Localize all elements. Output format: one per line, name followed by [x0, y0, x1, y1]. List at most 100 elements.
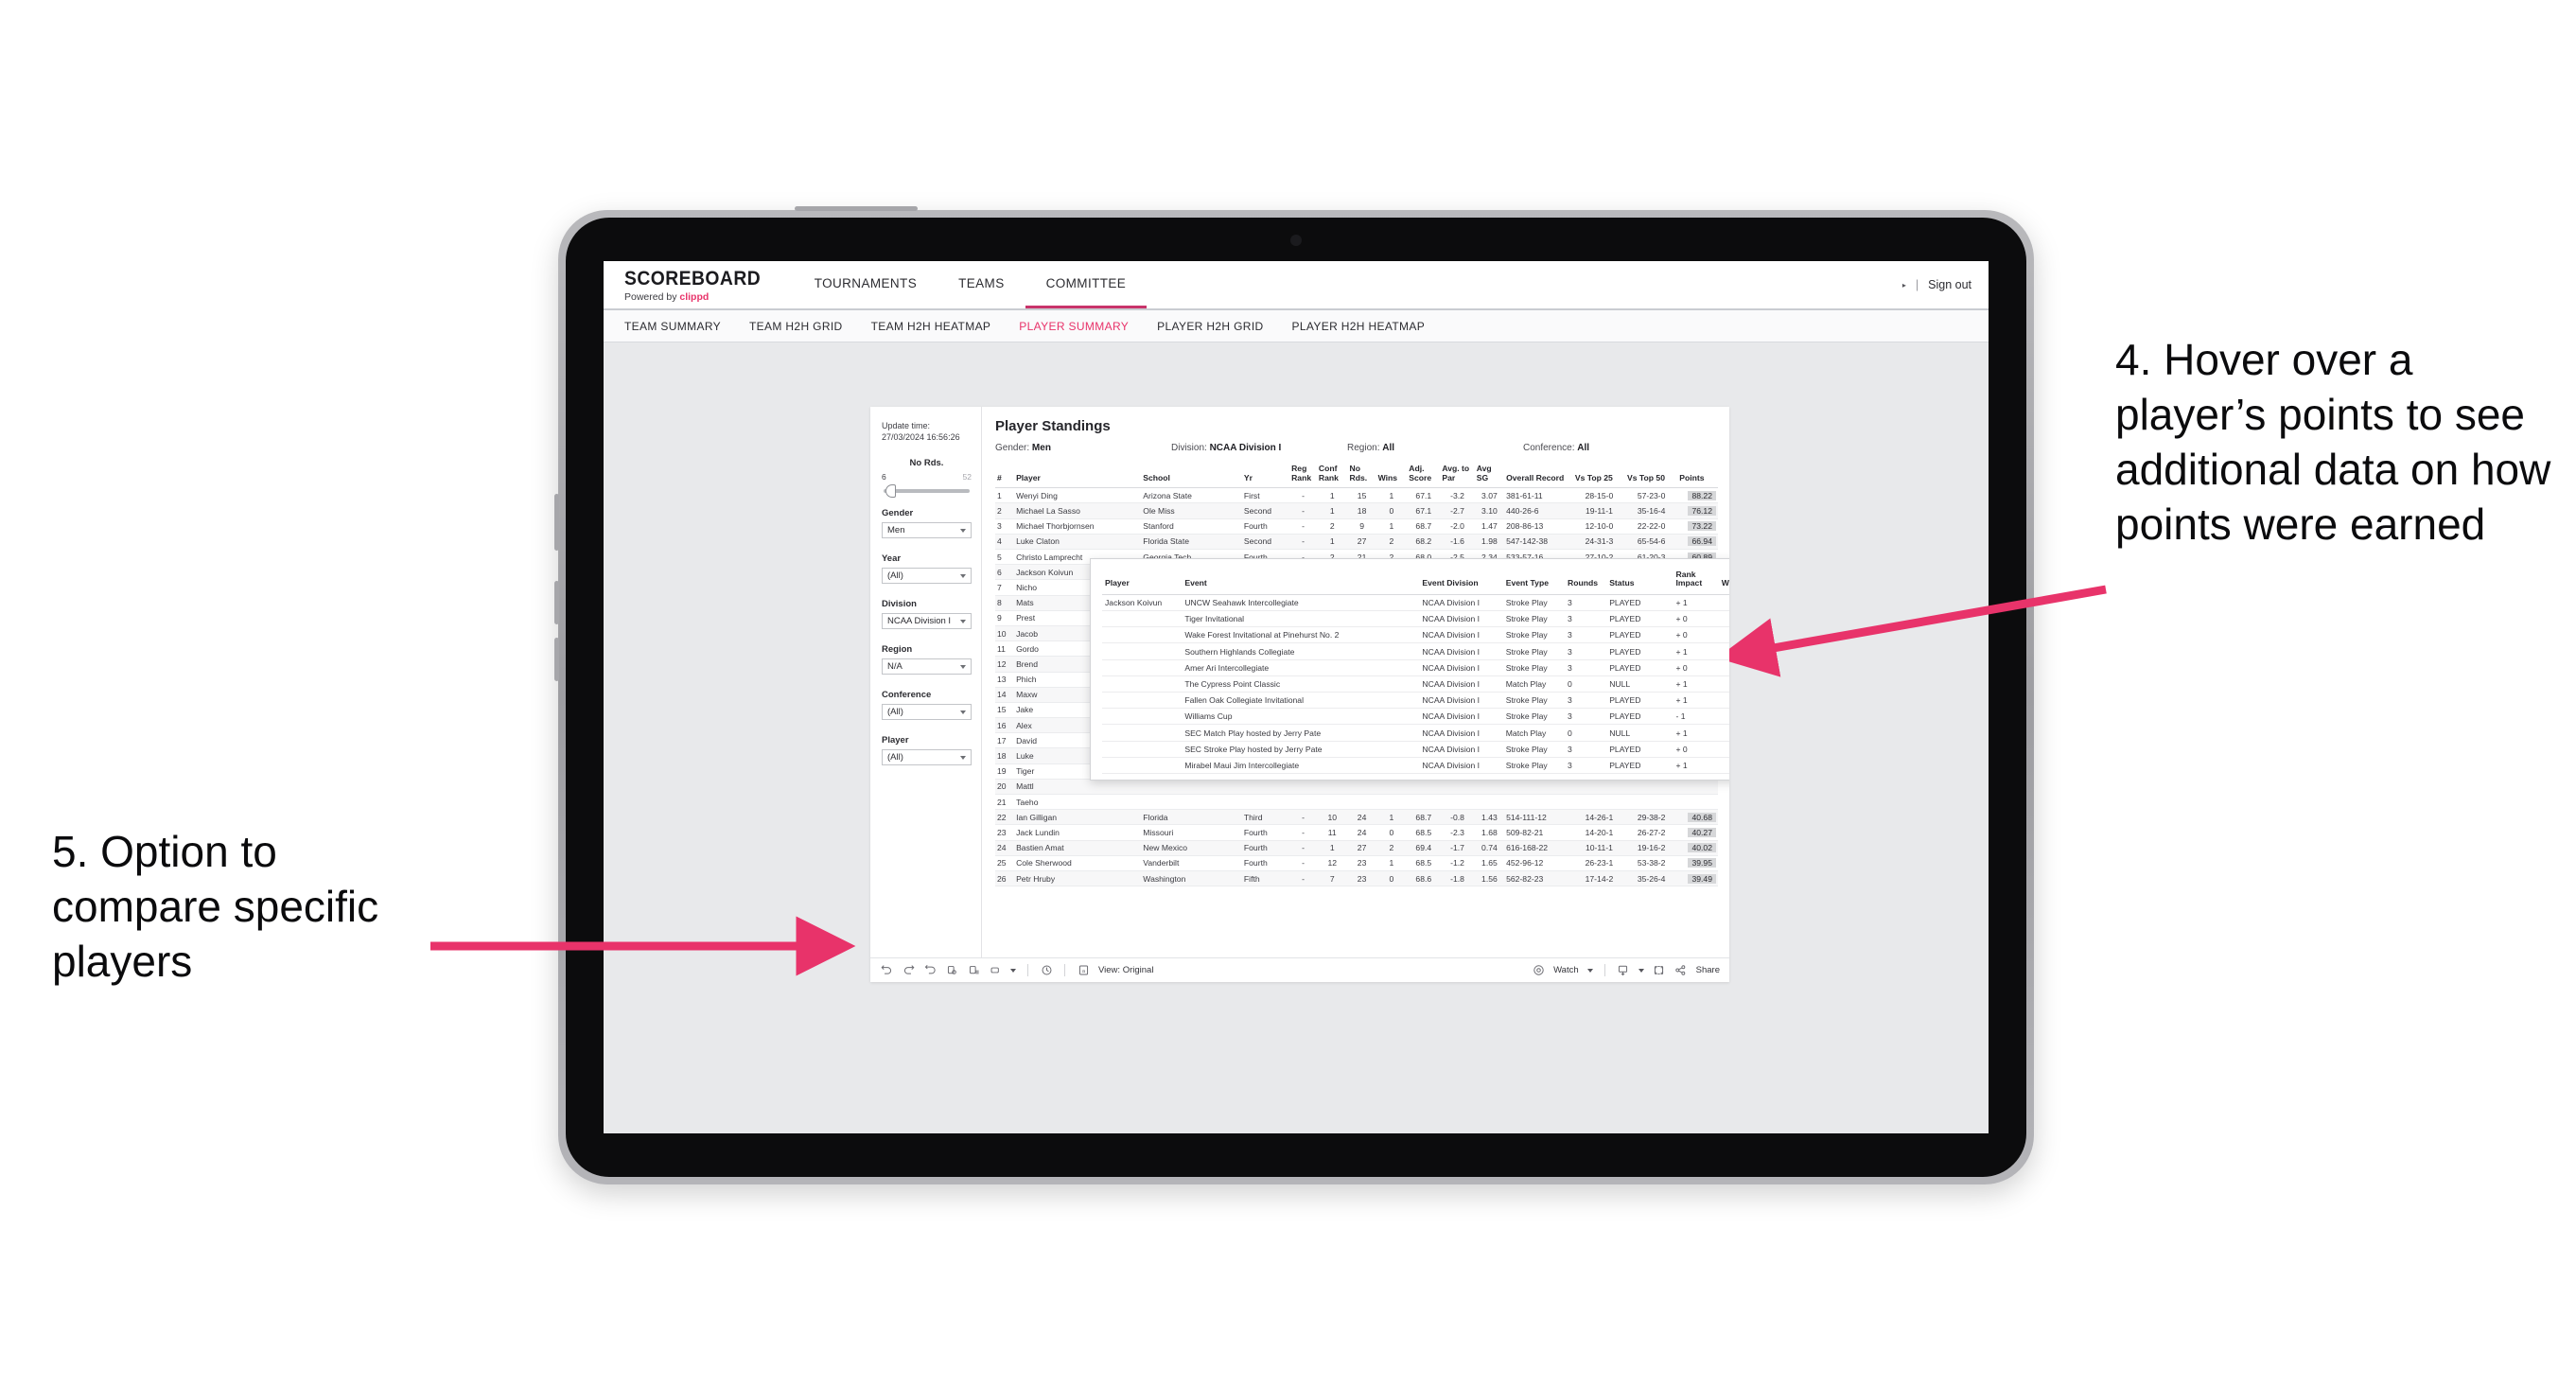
tt-rounds-cell: 3 — [1565, 610, 1607, 628]
tt-event-cell: UNCW Seahawk Intercollegiate — [1182, 594, 1420, 612]
tooltip-row: Williams Cup NCAA Division I Stroke Play 3 P… — [1102, 708, 1729, 726]
tt-impact-cell: + 1 — [1673, 675, 1719, 693]
tooltip-row: SEC Stroke Play hosted by Jerry Pate NCAA… — [1102, 741, 1729, 758]
tt-division-cell: NCAA Division I — [1419, 659, 1503, 676]
tt-event-cell: The Cypress Point Classic — [1182, 675, 1420, 693]
tt-impact-cell: + 0 — [1673, 610, 1719, 628]
tt-division-cell: NCAA Division I — [1419, 757, 1503, 774]
tt-type-cell: Stroke Play — [1502, 692, 1566, 710]
tt-event-cell: SEC Stroke Play hosted by Jerry Pate — [1182, 741, 1420, 758]
tt-status-cell: NULL — [1606, 675, 1674, 693]
tt-event-cell: Mirabel Maui Jim Intercollegiate — [1182, 757, 1420, 774]
points-breakdown-tooltip: Player Event Event Division Event Type R… — [1090, 558, 1729, 781]
tt-division-cell: NCAA Division I — [1419, 642, 1503, 660]
tooltip-table: Player Event Event Division Event Type R… — [1102, 569, 1729, 774]
tt-division-cell: NCAA Division I — [1419, 724, 1503, 742]
tt-w-points-cell: 46.72 — [1718, 626, 1729, 644]
tt-impact-cell: + 0 — [1673, 626, 1719, 644]
tt-division-cell: NCAA Division I — [1419, 594, 1503, 612]
tt-col-rank-impact: Rank Impact — [1673, 569, 1719, 595]
tt-division-cell: NCAA Division I — [1419, 708, 1503, 726]
tt-event-cell: SEC Match Play hosted by Jerry Pate — [1182, 724, 1420, 742]
tooltip-row: The Cypress Point Classic NCAA Division I… — [1102, 675, 1729, 693]
tooltip-row: SEC Match Play hosted by Jerry Pate NCAA … — [1102, 724, 1729, 742]
tt-type-cell: Stroke Play — [1502, 610, 1566, 628]
tt-player-cell — [1102, 757, 1183, 774]
tt-w-points-cell: 65.40 — [1718, 757, 1729, 774]
tt-status-cell: NULL — [1606, 724, 1674, 742]
tt-w-points-cell: 25.98 — [1718, 724, 1729, 742]
page-root: SCOREBOARD Powered by clippd TOURNAMENTS… — [0, 0, 2576, 1386]
tt-player-cell — [1102, 610, 1183, 628]
tt-col-rounds: Rounds — [1565, 569, 1607, 595]
tooltip-header-row: Player Event Event Division Event Type R… — [1102, 569, 1729, 595]
tt-status-cell: PLAYED — [1606, 642, 1674, 660]
tt-type-cell: Stroke Play — [1502, 626, 1566, 644]
tt-type-cell: Stroke Play — [1502, 594, 1566, 612]
tt-col-event-type: Event Type — [1502, 569, 1566, 595]
tt-status-cell: PLAYED — [1606, 708, 1674, 726]
tt-event-cell: Southern Highlands Collegiate — [1182, 642, 1420, 660]
tt-status-cell: PLAYED — [1606, 741, 1674, 758]
tt-type-cell: Match Play — [1502, 675, 1566, 693]
tt-rounds-cell: 0 — [1565, 675, 1607, 693]
tt-rounds-cell: 3 — [1565, 659, 1607, 676]
tt-player-cell — [1102, 741, 1183, 758]
tt-status-cell: PLAYED — [1606, 659, 1674, 676]
tt-rounds-cell: 3 — [1565, 692, 1607, 710]
tt-impact-cell: + 0 — [1673, 659, 1719, 676]
tt-rounds-cell: 3 — [1565, 741, 1607, 758]
tt-w-points-cell: 83.64 — [1718, 594, 1729, 612]
tt-col-status: Status — [1606, 569, 1674, 595]
tt-division-cell: NCAA Division I — [1419, 675, 1503, 693]
tt-w-points-cell: 47.57 — [1718, 659, 1729, 676]
tooltip-row: Fallen Oak Collegiate Invitational NCAA D… — [1102, 692, 1729, 710]
tt-player-cell — [1102, 659, 1183, 676]
tt-status-cell: PLAYED — [1606, 626, 1674, 644]
tt-type-cell: Match Play — [1502, 724, 1566, 742]
tt-status-cell: PLAYED — [1606, 757, 1674, 774]
tt-impact-cell: - 1 — [1673, 708, 1719, 726]
tt-status-cell: PLAYED — [1606, 594, 1674, 612]
tt-event-cell: Tiger Invitational — [1182, 610, 1420, 628]
tt-col-event: Event — [1182, 569, 1420, 595]
tt-player-cell: Jackson Koivun — [1102, 594, 1183, 612]
tt-rounds-cell: 3 — [1565, 642, 1607, 660]
tooltip-row: Wake Forest Invitational at Pinehurst No… — [1102, 626, 1729, 644]
tt-rounds-cell: 0 — [1565, 724, 1607, 742]
tt-event-cell: Wake Forest Invitational at Pinehurst No… — [1182, 626, 1420, 644]
tt-event-cell: Williams Cup — [1182, 708, 1420, 726]
tt-event-cell: Amer Ari Intercollegiate — [1182, 659, 1420, 676]
tt-rounds-cell: 3 — [1565, 594, 1607, 612]
tt-division-cell: NCAA Division I — [1419, 741, 1503, 758]
tooltip-row: Southern Highlands Collegiate NCAA Divisi… — [1102, 642, 1729, 660]
tt-type-cell: Stroke Play — [1502, 659, 1566, 676]
tt-impact-cell: + 1 — [1673, 692, 1719, 710]
arrow-to-points-column — [1716, 585, 2107, 677]
tt-event-cell: Fallen Oak Collegiate Invitational — [1182, 692, 1420, 710]
tt-player-cell — [1102, 692, 1183, 710]
tt-player-cell — [1102, 626, 1183, 644]
tt-type-cell: Stroke Play — [1502, 642, 1566, 660]
tt-w-points-cell: 73.23 — [1718, 642, 1729, 660]
tt-player-cell — [1102, 642, 1183, 660]
tt-impact-cell: + 1 — [1673, 594, 1719, 612]
tt-impact-cell: + 1 — [1673, 724, 1719, 742]
tooltip-row: Mirabel Maui Jim Intercollegiate NCAA Div… — [1102, 757, 1729, 774]
tt-division-cell: NCAA Division I — [1419, 610, 1503, 628]
tt-col-event-division: Event Division — [1419, 569, 1503, 595]
tt-division-cell: NCAA Division I — [1419, 692, 1503, 710]
tt-type-cell: Stroke Play — [1502, 757, 1566, 774]
tt-rounds-cell: 3 — [1565, 708, 1607, 726]
tt-rounds-cell: 3 — [1565, 757, 1607, 774]
tooltip-row: Tiger Invitational NCAA Division I Stroke … — [1102, 610, 1729, 628]
tt-division-cell: NCAA Division I — [1419, 626, 1503, 644]
tt-w-points-cell: 20.47 — [1718, 708, 1729, 726]
tt-w-points-cell: 24.11 — [1718, 675, 1729, 693]
tt-type-cell: Stroke Play — [1502, 708, 1566, 726]
tt-status-cell: PLAYED — [1606, 610, 1674, 628]
tt-status-cell: PLAYED — [1606, 692, 1674, 710]
tooltip-body: Jackson Koivun UNCW Seahawk Intercollegia… — [1102, 594, 1729, 774]
tt-w-points-cell: 53.60 — [1718, 610, 1729, 628]
tt-col-player: Player — [1102, 569, 1183, 595]
